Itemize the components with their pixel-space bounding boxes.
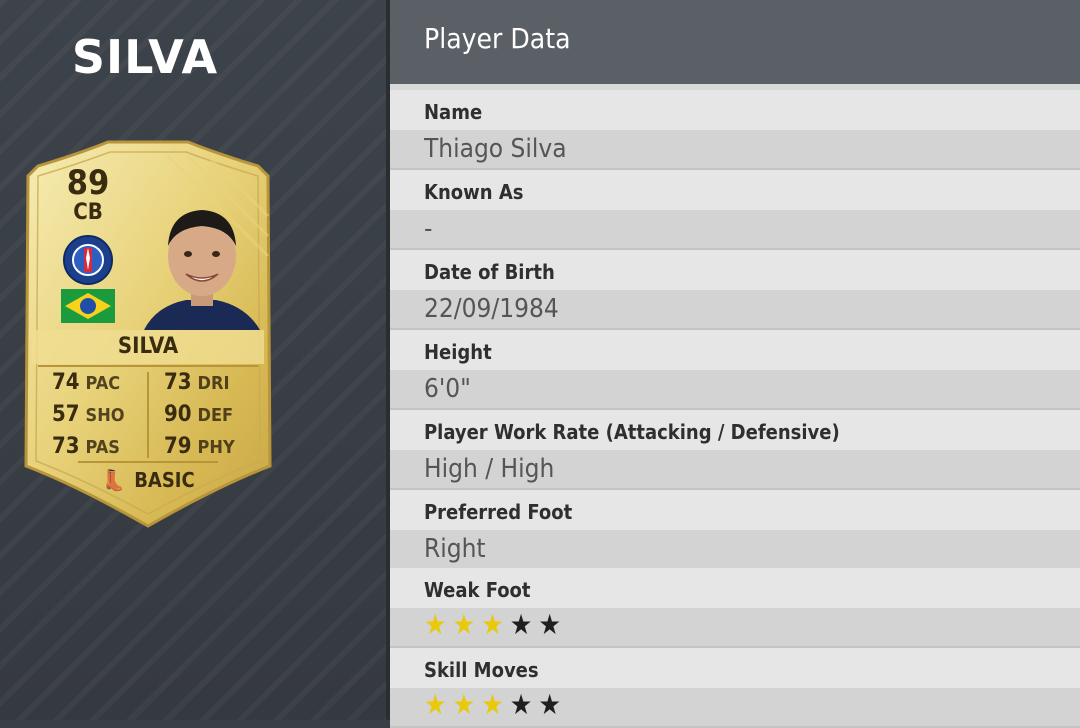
psg-badge-icon — [63, 235, 113, 285]
player-photo — [144, 210, 260, 330]
field-value: High / High — [424, 454, 555, 484]
star-filled-icon: ★ — [452, 608, 482, 641]
field-label: Preferred Foot — [424, 500, 573, 524]
field-value: - — [424, 214, 433, 244]
player-data-header: Player Data — [390, 0, 1080, 84]
field-value: Thiago Silva — [424, 134, 567, 164]
stat-pas: 73 PAS — [52, 434, 120, 459]
stat-pac: 74 PAC — [52, 370, 121, 395]
star-empty-icon: ★ — [538, 688, 567, 721]
player-data-panel: Player Data Name Thiago Silva Known As -… — [390, 0, 1080, 728]
player-card-panel: SILVA 89 CB SILVA 74 PAC 73 DRI 57 SHO 9… — [0, 0, 386, 720]
field-label: Name — [424, 100, 483, 124]
star-empty-icon: ★ — [538, 608, 567, 641]
field-skill-moves: Skill Moves ★★★★★ — [390, 648, 1080, 728]
card-player-name: SILVA — [117, 334, 179, 359]
skill-moves-stars: ★★★★★ — [424, 688, 567, 721]
boot-icon: 👢 — [101, 468, 127, 492]
field-value: Right — [424, 534, 486, 564]
field-label: Player Work Rate (Attacking / Defensive) — [424, 420, 840, 444]
player-data-title: Player Data — [424, 22, 571, 55]
field-preferred-foot: Preferred Foot Right — [390, 490, 1080, 570]
chemistry-style-label: BASIC — [134, 468, 195, 492]
weak-foot-stars: ★★★★★ — [424, 608, 567, 641]
field-value: 6'0" — [424, 374, 471, 404]
stat-dri: 73 DRI — [164, 370, 230, 395]
card-position: CB — [73, 200, 103, 225]
star-filled-icon: ★ — [424, 688, 453, 721]
star-filled-icon: ★ — [424, 608, 453, 641]
star-filled-icon: ★ — [452, 688, 482, 721]
star-empty-icon: ★ — [509, 688, 539, 721]
field-known-as: Known As - — [390, 170, 1080, 250]
stat-phy: 79 PHY — [164, 434, 235, 459]
field-label: Date of Birth — [424, 260, 555, 284]
star-empty-icon: ★ — [509, 608, 539, 641]
field-label: Skill Moves — [424, 658, 539, 682]
player-name-heading: SILVA — [71, 30, 219, 84]
field-label: Known As — [424, 180, 524, 204]
field-label: Weak Foot — [424, 578, 531, 602]
star-filled-icon: ★ — [481, 608, 510, 641]
field-weak-foot: Weak Foot ★★★★★ — [390, 568, 1080, 648]
player-card[interactable]: 89 CB SILVA 74 PAC 73 DRI 57 SHO 90 DEF … — [18, 136, 278, 528]
field-name: Name Thiago Silva — [390, 90, 1080, 170]
chemistry-style: 👢 BASIC — [18, 468, 278, 492]
field-date-of-birth: Date of Birth 22/09/1984 — [390, 250, 1080, 330]
field-work-rate: Player Work Rate (Attacking / Defensive)… — [390, 410, 1080, 490]
stat-def: 90 DEF — [164, 402, 234, 427]
field-label: Height — [424, 340, 492, 364]
field-height: Height 6'0" — [390, 330, 1080, 410]
field-value: 22/09/1984 — [424, 294, 559, 324]
stat-sho: 57 SHO — [52, 402, 125, 427]
star-filled-icon: ★ — [481, 688, 510, 721]
card-rating: 89 — [66, 163, 110, 203]
brazil-flag-icon — [61, 289, 115, 323]
